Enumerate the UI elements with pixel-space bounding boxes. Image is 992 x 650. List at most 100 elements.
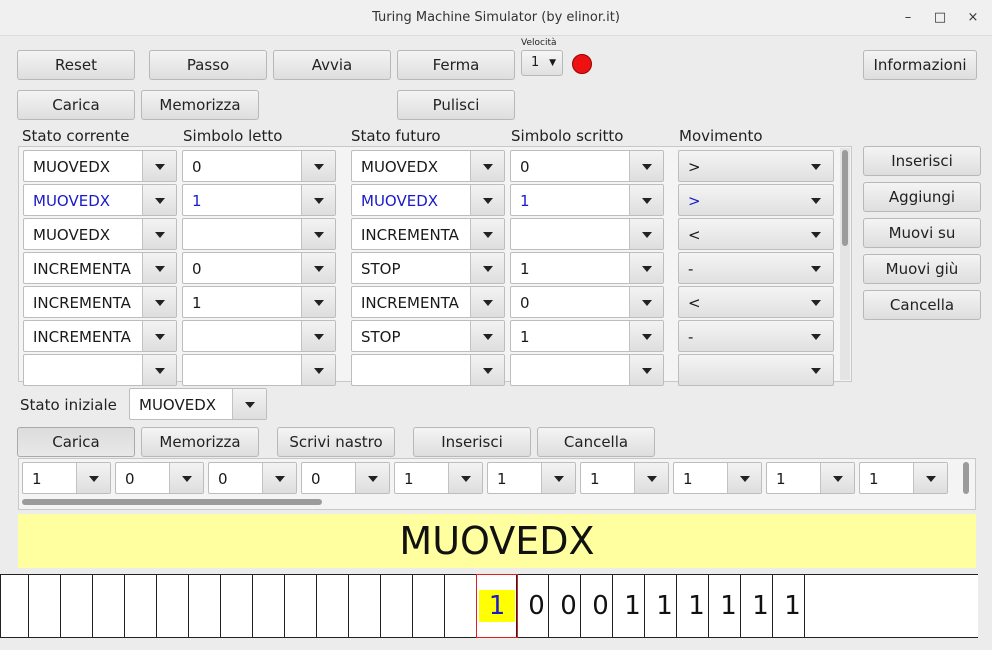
save-tape-button[interactable]: Memorizza bbox=[141, 427, 259, 457]
movement-select[interactable]: < bbox=[678, 218, 834, 250]
current-state-select[interactable]: MUOVEDX bbox=[23, 218, 177, 250]
current-state-select[interactable]: INCREMENTA bbox=[23, 252, 177, 284]
initial-state-select[interactable]: MUOVEDX bbox=[129, 388, 267, 420]
write-tape-button[interactable]: Scrivi nastro bbox=[277, 427, 395, 457]
tape-symbol: 0 bbox=[528, 591, 545, 621]
next-state-select[interactable]: INCREMENTA bbox=[351, 218, 505, 250]
symbol-read-select[interactable] bbox=[182, 354, 336, 386]
current-state-select[interactable]: MUOVEDX bbox=[23, 150, 177, 182]
header-next-state: Stato futuro bbox=[351, 127, 441, 145]
tape-cell-select[interactable]: 1 bbox=[580, 462, 669, 494]
chevron-down-icon bbox=[301, 355, 335, 385]
movement-select[interactable]: - bbox=[678, 320, 834, 352]
chevron-down-icon bbox=[470, 219, 504, 249]
tape-cell-select[interactable]: 0 bbox=[208, 462, 297, 494]
symbol-write-select[interactable]: 1 bbox=[510, 252, 664, 284]
rules-scrollbar[interactable] bbox=[840, 148, 850, 380]
tape-cell-value: 1 bbox=[776, 470, 786, 488]
tape-cell-select[interactable]: 1 bbox=[859, 462, 948, 494]
save-program-button[interactable]: Memorizza bbox=[141, 90, 259, 120]
tape-cell-value: 0 bbox=[218, 470, 228, 488]
insert-rule-button[interactable]: Inserisci bbox=[863, 146, 981, 176]
header-symbol-read: Simbolo letto bbox=[183, 127, 283, 145]
symbol-read-select[interactable] bbox=[182, 218, 336, 250]
tape-cell-select[interactable]: 1 bbox=[487, 462, 576, 494]
chevron-down-icon bbox=[142, 321, 176, 351]
tape-cell-select[interactable]: 1 bbox=[673, 462, 762, 494]
next-state-select[interactable]: STOP bbox=[351, 252, 505, 284]
symbol-read-select[interactable]: 1 bbox=[182, 184, 336, 216]
load-tape-button[interactable]: Carica bbox=[17, 427, 135, 457]
movement-select[interactable]: < bbox=[678, 286, 834, 318]
movement-select[interactable]: > bbox=[678, 184, 834, 216]
tape-cell bbox=[92, 575, 124, 637]
next-state-select[interactable]: STOP bbox=[351, 320, 505, 352]
close-icon[interactable]: × bbox=[963, 8, 983, 28]
next-state-select[interactable] bbox=[351, 354, 505, 386]
maximize-icon[interactable]: □ bbox=[930, 8, 950, 28]
tape-editor-vscroll[interactable] bbox=[963, 462, 969, 494]
current-state-select[interactable] bbox=[23, 354, 177, 386]
chevron-down-icon bbox=[799, 185, 833, 215]
tape-cell bbox=[316, 575, 348, 637]
insert-cell-button[interactable]: Inserisci bbox=[413, 427, 531, 457]
chevron-down-icon bbox=[470, 253, 504, 283]
current-state-select[interactable]: MUOVEDX bbox=[23, 184, 177, 216]
symbol-read-value: 1 bbox=[192, 192, 202, 210]
chevron-down-icon bbox=[799, 253, 833, 283]
tape-cell-value: 1 bbox=[683, 470, 693, 488]
run-button[interactable]: Avvia bbox=[273, 50, 391, 80]
movement-select[interactable]: - bbox=[678, 252, 834, 284]
tape-cell-select[interactable]: 0 bbox=[301, 462, 390, 494]
movement-select[interactable]: > bbox=[678, 150, 834, 182]
info-button[interactable]: Informazioni bbox=[863, 50, 977, 80]
symbol-read-select[interactable]: 0 bbox=[182, 150, 336, 182]
symbol-write-select[interactable]: 0 bbox=[510, 150, 664, 182]
chevron-down-icon bbox=[799, 355, 833, 385]
next-state-select[interactable]: INCREMENTA bbox=[351, 286, 505, 318]
next-state-select[interactable]: MUOVEDX bbox=[351, 184, 505, 216]
tape-cell bbox=[348, 575, 380, 637]
movement-value: < bbox=[688, 226, 701, 244]
tape-head-cell: 1 bbox=[476, 574, 518, 638]
symbol-read-select[interactable] bbox=[182, 320, 336, 352]
chevron-down-icon bbox=[76, 463, 110, 493]
chevron-down-icon bbox=[470, 321, 504, 351]
tape-cell-select[interactable]: 1 bbox=[394, 462, 483, 494]
symbol-write-select[interactable]: 1 bbox=[510, 184, 664, 216]
step-button[interactable]: Passo bbox=[149, 50, 267, 80]
speed-select[interactable]: 1 ▼ bbox=[521, 50, 563, 76]
move-up-button[interactable]: Muovi su bbox=[863, 218, 981, 248]
tape-cell-select[interactable]: 0 bbox=[115, 462, 204, 494]
scrollbar-thumb[interactable] bbox=[842, 150, 848, 246]
symbol-write-select[interactable]: 1 bbox=[510, 320, 664, 352]
minimize-icon[interactable]: – bbox=[898, 8, 918, 28]
current-state-select[interactable]: INCREMENTA bbox=[23, 286, 177, 318]
tape-editor-scrollbar[interactable] bbox=[22, 499, 322, 505]
chevron-down-icon bbox=[470, 355, 504, 385]
symbol-read-select[interactable]: 0 bbox=[182, 252, 336, 284]
stop-button[interactable]: Ferma bbox=[397, 50, 515, 80]
symbol-write-value: 1 bbox=[520, 260, 530, 278]
movement-value: - bbox=[688, 260, 694, 278]
load-program-button[interactable]: Carica bbox=[17, 90, 135, 120]
next-state-select[interactable]: MUOVEDX bbox=[351, 150, 505, 182]
move-down-button[interactable]: Muovi giù bbox=[863, 254, 981, 284]
chevron-down-icon bbox=[727, 463, 761, 493]
delete-cell-button[interactable]: Cancella bbox=[537, 427, 655, 457]
tape-cell-select[interactable]: 1 bbox=[766, 462, 855, 494]
reset-button[interactable]: Reset bbox=[17, 50, 135, 80]
symbol-write-select[interactable] bbox=[510, 354, 664, 386]
clear-button[interactable]: Pulisci bbox=[397, 90, 515, 120]
tape-symbol: 0 bbox=[592, 591, 609, 621]
title-bar: Turing Machine Simulator (by elinor.it) … bbox=[0, 0, 992, 36]
tape-cell-select[interactable]: 1 bbox=[22, 462, 111, 494]
tape-cell-value: 1 bbox=[590, 470, 600, 488]
symbol-read-select[interactable]: 1 bbox=[182, 286, 336, 318]
symbol-write-select[interactable]: 0 bbox=[510, 286, 664, 318]
current-state-select[interactable]: INCREMENTA bbox=[23, 320, 177, 352]
movement-select[interactable] bbox=[678, 354, 834, 386]
add-rule-button[interactable]: Aggiungi bbox=[863, 182, 981, 212]
delete-rule-button[interactable]: Cancella bbox=[863, 290, 981, 320]
symbol-write-select[interactable] bbox=[510, 218, 664, 250]
